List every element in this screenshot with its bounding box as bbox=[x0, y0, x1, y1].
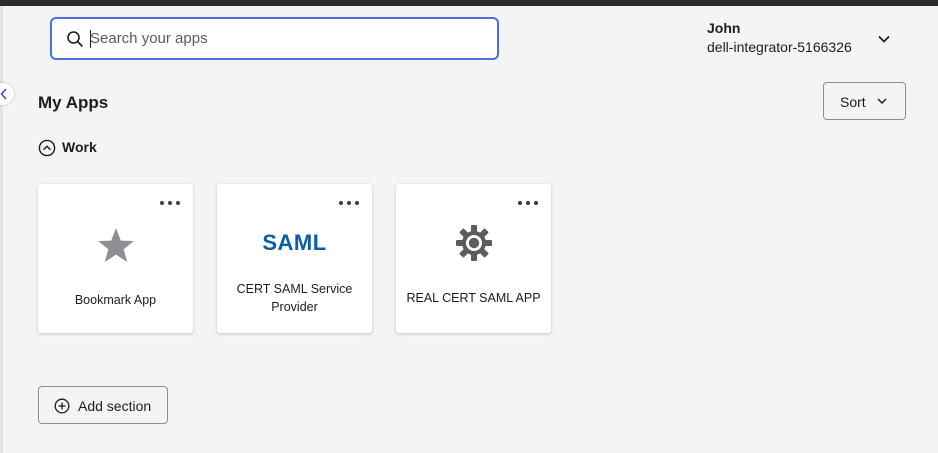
app-logo bbox=[38, 226, 193, 271]
search-icon bbox=[67, 31, 83, 47]
gear-icon bbox=[455, 225, 492, 261]
window-top-bar bbox=[0, 0, 938, 6]
saml-logo-text: SAML bbox=[262, 230, 327, 255]
chevron-left-icon bbox=[0, 88, 7, 100]
text-caret bbox=[90, 30, 91, 48]
more-options-icon[interactable] bbox=[517, 198, 539, 208]
user-menu[interactable]: John dell-integrator-5166326 bbox=[707, 20, 907, 60]
user-name: John bbox=[707, 20, 741, 36]
search-input[interactable] bbox=[90, 19, 480, 58]
sidebar-edge bbox=[0, 6, 3, 453]
plus-circle-icon bbox=[54, 398, 70, 414]
search-box[interactable] bbox=[50, 17, 499, 60]
star-icon bbox=[97, 228, 134, 262]
app-tile-cert-saml-service-provider[interactable]: SAML CERT SAML Service Provider bbox=[217, 184, 372, 333]
app-label: REAL CERT SAML APP bbox=[406, 291, 541, 305]
chevron-down-icon bbox=[878, 35, 890, 43]
sort-button[interactable]: Sort bbox=[823, 82, 906, 120]
app-tile-real-cert-saml-app[interactable]: REAL CERT SAML APP bbox=[396, 184, 551, 333]
more-options-icon[interactable] bbox=[338, 198, 360, 208]
app-logo bbox=[396, 224, 551, 267]
user-org: dell-integrator-5166326 bbox=[707, 39, 852, 55]
sort-label: Sort bbox=[840, 94, 866, 110]
more-options-icon[interactable] bbox=[159, 198, 181, 208]
chevron-down-icon bbox=[877, 98, 887, 105]
app-label: Bookmark App bbox=[74, 293, 157, 307]
add-section-button[interactable]: Add section bbox=[38, 386, 168, 424]
app-label: CERT SAML Service Provider bbox=[236, 282, 353, 314]
sidebar-toggle-button[interactable] bbox=[0, 83, 14, 105]
saml-logo: SAML bbox=[217, 230, 372, 256]
add-section-label: Add section bbox=[78, 398, 152, 414]
page-title: My Apps bbox=[38, 93, 109, 112]
chevron-up-circle-icon bbox=[38, 139, 56, 157]
section-label: Work bbox=[62, 139, 97, 155]
app-tile-bookmark[interactable]: Bookmark App bbox=[38, 184, 193, 333]
